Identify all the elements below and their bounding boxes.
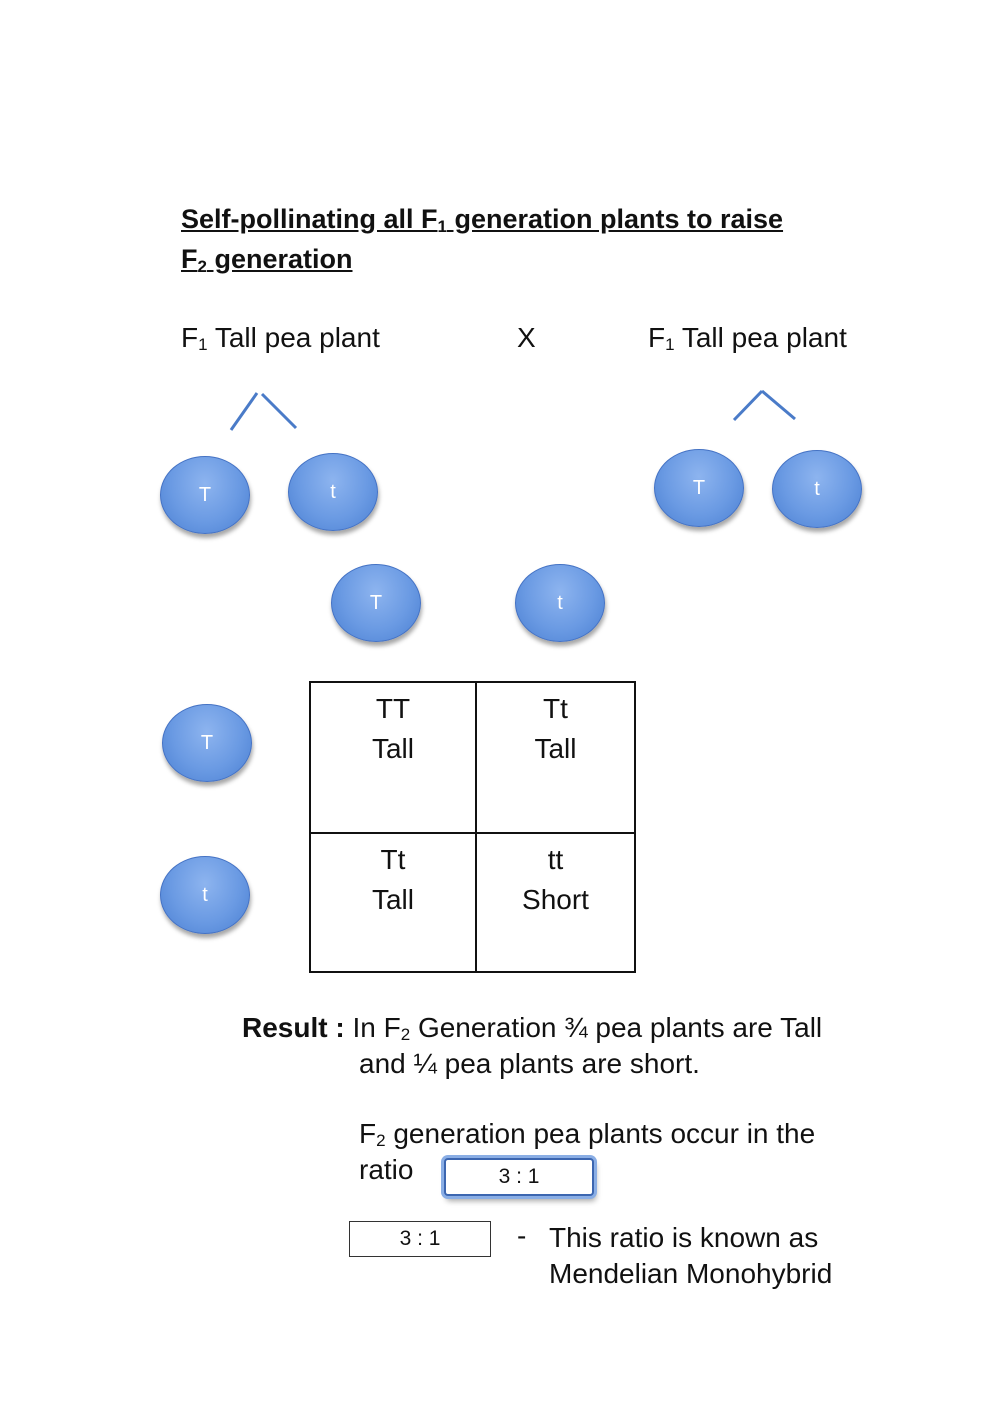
phenotype: Tall [371, 733, 414, 764]
result-text: and ¼ pea plants are short. [359, 1048, 700, 1079]
punnett-cell: TT Tall [309, 681, 477, 834]
result-label: Result : [242, 1012, 345, 1043]
gamete-left-parent: t [288, 453, 378, 531]
gamete-left-parent: T [160, 456, 250, 534]
punnett-cell: Tt Tall [309, 832, 477, 973]
ratio-statement: F2 generation pea plants occur in the ra… [359, 1116, 879, 1188]
punnett-cell: Tt Tall [475, 681, 636, 834]
genotype: tt [547, 844, 564, 875]
phenotype: Tall [371, 884, 414, 915]
genotype: Tt [380, 844, 406, 875]
gamete-punnett-side: T [162, 704, 252, 782]
genotype: TT [375, 693, 411, 724]
genotype: Tt [543, 693, 568, 724]
gamete-punnett-top: T [331, 564, 421, 642]
left-branch-line [229, 392, 259, 431]
ratio-drag-box[interactable]: 3 : 1 [349, 1221, 491, 1257]
gamete-punnett-side: t [160, 856, 250, 934]
right-branch-line [761, 389, 796, 421]
result-text: In F [344, 1012, 401, 1043]
gamete-punnett-top: t [515, 564, 605, 642]
punnett-cell: tt Short [475, 832, 636, 973]
ratio-text: generation pea plants occur in the [385, 1118, 816, 1149]
phenotype: Tall [534, 733, 577, 764]
gamete-right-parent: t [772, 450, 862, 528]
known-line: This ratio is known as [549, 1222, 819, 1253]
right-branch-line [732, 389, 764, 422]
ratio-text: ratio [359, 1154, 414, 1185]
result-statement: Result : In F2 Generation ¾ pea plants a… [242, 1010, 822, 1082]
result-text: Generation ¾ pea plants are Tall [410, 1012, 823, 1043]
gamete-right-parent: T [654, 449, 744, 527]
punnett-square: TT Tall Tt Tall Tt Tall tt Short [309, 681, 636, 973]
known-line: Mendelian Monohybrid [549, 1258, 833, 1289]
ratio-text: F [359, 1118, 377, 1149]
dash: - [517, 1220, 527, 1251]
result-subscript: 2 [400, 1025, 411, 1044]
phenotype: Short [522, 884, 589, 915]
ratio-subscript: 2 [376, 1131, 386, 1150]
left-branch-line [260, 392, 298, 430]
known-as-text: This ratio is known as Mendelian Monohyb… [549, 1220, 832, 1292]
ratio-answer-field[interactable]: 3 : 1 [444, 1158, 594, 1196]
